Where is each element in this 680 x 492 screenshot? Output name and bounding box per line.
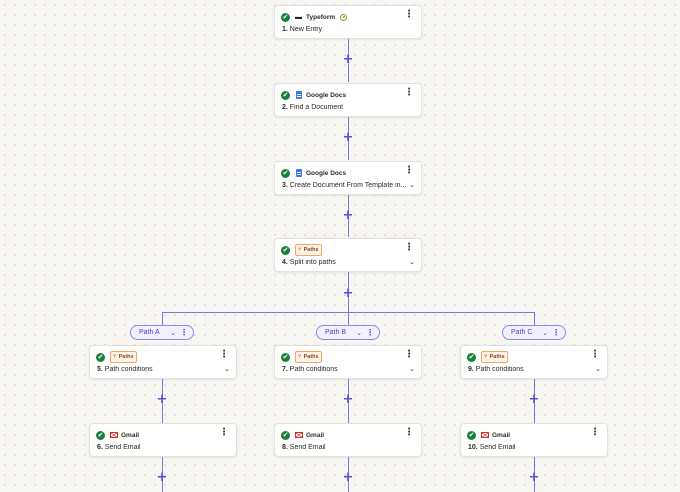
paths-badge: ⑂ Paths (481, 351, 508, 363)
path-pill-b[interactable]: Path B ⌄ ⋮ (316, 325, 380, 340)
chevron-down-icon[interactable]: ⌄ (542, 329, 548, 337)
connector-line (534, 312, 535, 325)
check-icon: ✔ (281, 168, 290, 178)
more-options-icon[interactable]: ⋮ (219, 350, 229, 360)
path-label: Path A (139, 329, 160, 336)
step-card-5[interactable]: ✔ ⑂ Paths ⋮ 5. Path conditions ⌄ (89, 345, 237, 379)
add-step-button[interactable]: + (342, 209, 354, 222)
add-step-button[interactable]: + (528, 471, 540, 484)
add-step-button[interactable]: + (156, 393, 168, 406)
add-step-button[interactable]: + (156, 471, 168, 484)
step-card-8[interactable]: ✔ Gmail ⋮ 8. Send Email (274, 423, 422, 457)
more-options-icon[interactable]: ⋮ (590, 350, 600, 360)
chevron-down-icon[interactable]: ⌄ (224, 365, 230, 373)
add-step-button[interactable]: + (528, 393, 540, 406)
add-step-button[interactable]: + (342, 471, 354, 484)
more-options-icon[interactable]: ⋮ (404, 243, 414, 253)
zap-editor-canvas: + + + + + + + + + + ✔ ▬ Typeform ⋮ 1. Ne… (0, 0, 680, 492)
add-step-button[interactable]: + (342, 131, 354, 144)
paths-icon: ⑂ (484, 354, 488, 360)
gmail-icon (481, 432, 489, 438)
app-name: Gmail (492, 431, 511, 439)
step-card-4[interactable]: ✔ ⑂ Paths ⋮ 4. Split into paths ⌄ (274, 238, 422, 272)
path-pill-a[interactable]: Path A ⌄ ⋮ (130, 325, 194, 340)
step-title: 7. Path conditions (282, 366, 338, 373)
more-options-icon[interactable]: ⋮ (404, 428, 414, 438)
step-title: 1. New Entry (282, 26, 323, 33)
step-title: 6. Send Email (97, 444, 141, 451)
add-step-button[interactable]: + (342, 393, 354, 406)
more-options-icon[interactable]: ⋮ (404, 350, 414, 360)
chevron-down-icon[interactable]: ⌄ (409, 181, 415, 189)
check-icon: ✔ (96, 352, 105, 362)
add-step-button[interactable]: + (342, 53, 354, 66)
chevron-down-icon[interactable]: ⌄ (170, 329, 176, 337)
check-icon: ✔ (281, 352, 290, 362)
chevron-down-icon[interactable]: ⌄ (356, 329, 362, 337)
paths-icon: ⑂ (113, 354, 117, 360)
check-icon: ✔ (96, 430, 105, 440)
chevron-down-icon[interactable]: ⌄ (409, 365, 415, 373)
google-docs-icon (296, 169, 302, 177)
connector-line (348, 312, 349, 325)
app-name: Typeform (306, 13, 336, 21)
check-icon: ✔ (281, 90, 290, 100)
more-options-icon[interactable]: ⋮ (404, 10, 414, 20)
typeform-icon: ▬ (295, 13, 302, 21)
more-options-icon[interactable]: ⋮ (180, 328, 188, 337)
path-label: Path B (325, 329, 347, 336)
step-title: 4. Split into paths (282, 259, 336, 266)
step-card-6[interactable]: ✔ Gmail ⋮ 6. Send Email (89, 423, 237, 457)
more-options-icon[interactable]: ⋮ (219, 428, 229, 438)
paths-icon: ⑂ (298, 247, 302, 253)
step-card-10[interactable]: ✔ Gmail ⋮ 10. Send Email (460, 423, 608, 457)
step-card-2[interactable]: ✔ Google Docs ⋮ 2. Find a Document (274, 83, 422, 117)
paths-badge: ⑂ Paths (110, 351, 137, 363)
step-title: 2. Find a Document (282, 104, 344, 111)
chevron-down-icon[interactable]: ⌄ (595, 365, 601, 373)
more-options-icon[interactable]: ⋮ (590, 428, 600, 438)
app-name: Google Docs (306, 169, 347, 177)
path-label: Path C (511, 329, 533, 336)
app-name: Gmail (121, 431, 140, 439)
check-icon: ✔ (281, 245, 290, 255)
step-title: 3. Create Document From Template in... (282, 182, 407, 189)
more-options-icon[interactable]: ⋮ (366, 328, 374, 337)
paths-badge: ⑂ Paths (295, 351, 322, 363)
step-title: 8. Send Email (282, 444, 326, 451)
more-options-icon[interactable]: ⋮ (404, 166, 414, 176)
step-title: 5. Path conditions (97, 366, 153, 373)
paths-badge: ⑂ Paths (295, 244, 322, 256)
path-pill-c[interactable]: Path C ⌄ ⋮ (502, 325, 566, 340)
step-title: 9. Path conditions (468, 366, 524, 373)
more-options-icon[interactable]: ⋮ (552, 328, 560, 337)
chevron-down-icon[interactable]: ⌄ (409, 258, 415, 266)
check-icon: ✔ (467, 430, 476, 440)
connector-line (162, 312, 163, 325)
check-icon: ✔ (467, 352, 476, 362)
step-card-3[interactable]: ✔ Google Docs ⋮ 3. Create Document From … (274, 161, 422, 195)
gmail-icon (295, 432, 303, 438)
step-card-9[interactable]: ✔ ⑂ Paths ⋮ 9. Path conditions ⌄ (460, 345, 608, 379)
app-name: Google Docs (306, 91, 347, 99)
step-card-7[interactable]: ✔ ⑂ Paths ⋮ 7. Path conditions ⌄ (274, 345, 422, 379)
status-icon (340, 13, 348, 21)
check-icon: ✔ (281, 12, 290, 22)
step-card-1[interactable]: ✔ ▬ Typeform ⋮ 1. New Entry (274, 5, 422, 39)
step-title: 10. Send Email (468, 444, 516, 451)
gmail-icon (110, 432, 118, 438)
app-name: Gmail (306, 431, 325, 439)
google-docs-icon (296, 91, 302, 99)
more-options-icon[interactable]: ⋮ (404, 88, 414, 98)
add-step-button[interactable]: + (342, 287, 354, 300)
paths-icon: ⑂ (298, 354, 302, 360)
check-icon: ✔ (281, 430, 290, 440)
